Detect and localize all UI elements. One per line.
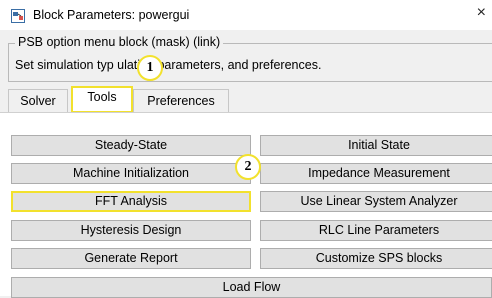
tab-solver[interactable]: Solver: [8, 89, 68, 113]
generate-report-button[interactable]: Generate Report: [11, 248, 251, 269]
close-icon[interactable]: ×: [477, 4, 486, 22]
title-bar: Block Parameters: powergui ×: [0, 0, 492, 30]
group-description: Set simulation typ ulation parameters, a…: [15, 58, 322, 72]
tab-tools[interactable]: Tools: [71, 86, 133, 113]
step-2-callout: 2: [235, 154, 261, 180]
fft-analysis-button[interactable]: FFT Analysis: [11, 191, 251, 212]
simulink-block-icon: [11, 9, 25, 23]
tab-label: Tools: [87, 90, 117, 104]
machine-initialization-button[interactable]: Machine Initialization: [11, 163, 251, 184]
customize-sps-blocks-button[interactable]: Customize SPS blocks: [260, 248, 492, 269]
hysteresis-design-button[interactable]: Hysteresis Design: [11, 220, 251, 241]
tab-preferences[interactable]: Preferences: [133, 89, 229, 113]
group-title: PSB option menu block (mask) (link): [15, 35, 224, 49]
rlc-line-parameters-button[interactable]: RLC Line Parameters: [260, 220, 492, 241]
window-title: Block Parameters: powergui: [33, 8, 190, 22]
linear-system-analyzer-button[interactable]: Use Linear System Analyzer: [260, 191, 492, 212]
step-1-callout: 1: [137, 55, 163, 81]
steady-state-button[interactable]: Steady-State: [11, 135, 251, 156]
tab-label: Solver: [20, 94, 56, 108]
initial-state-button[interactable]: Initial State: [260, 135, 492, 156]
tab-label: Preferences: [147, 94, 215, 108]
impedance-measurement-button[interactable]: Impedance Measurement: [260, 163, 492, 184]
